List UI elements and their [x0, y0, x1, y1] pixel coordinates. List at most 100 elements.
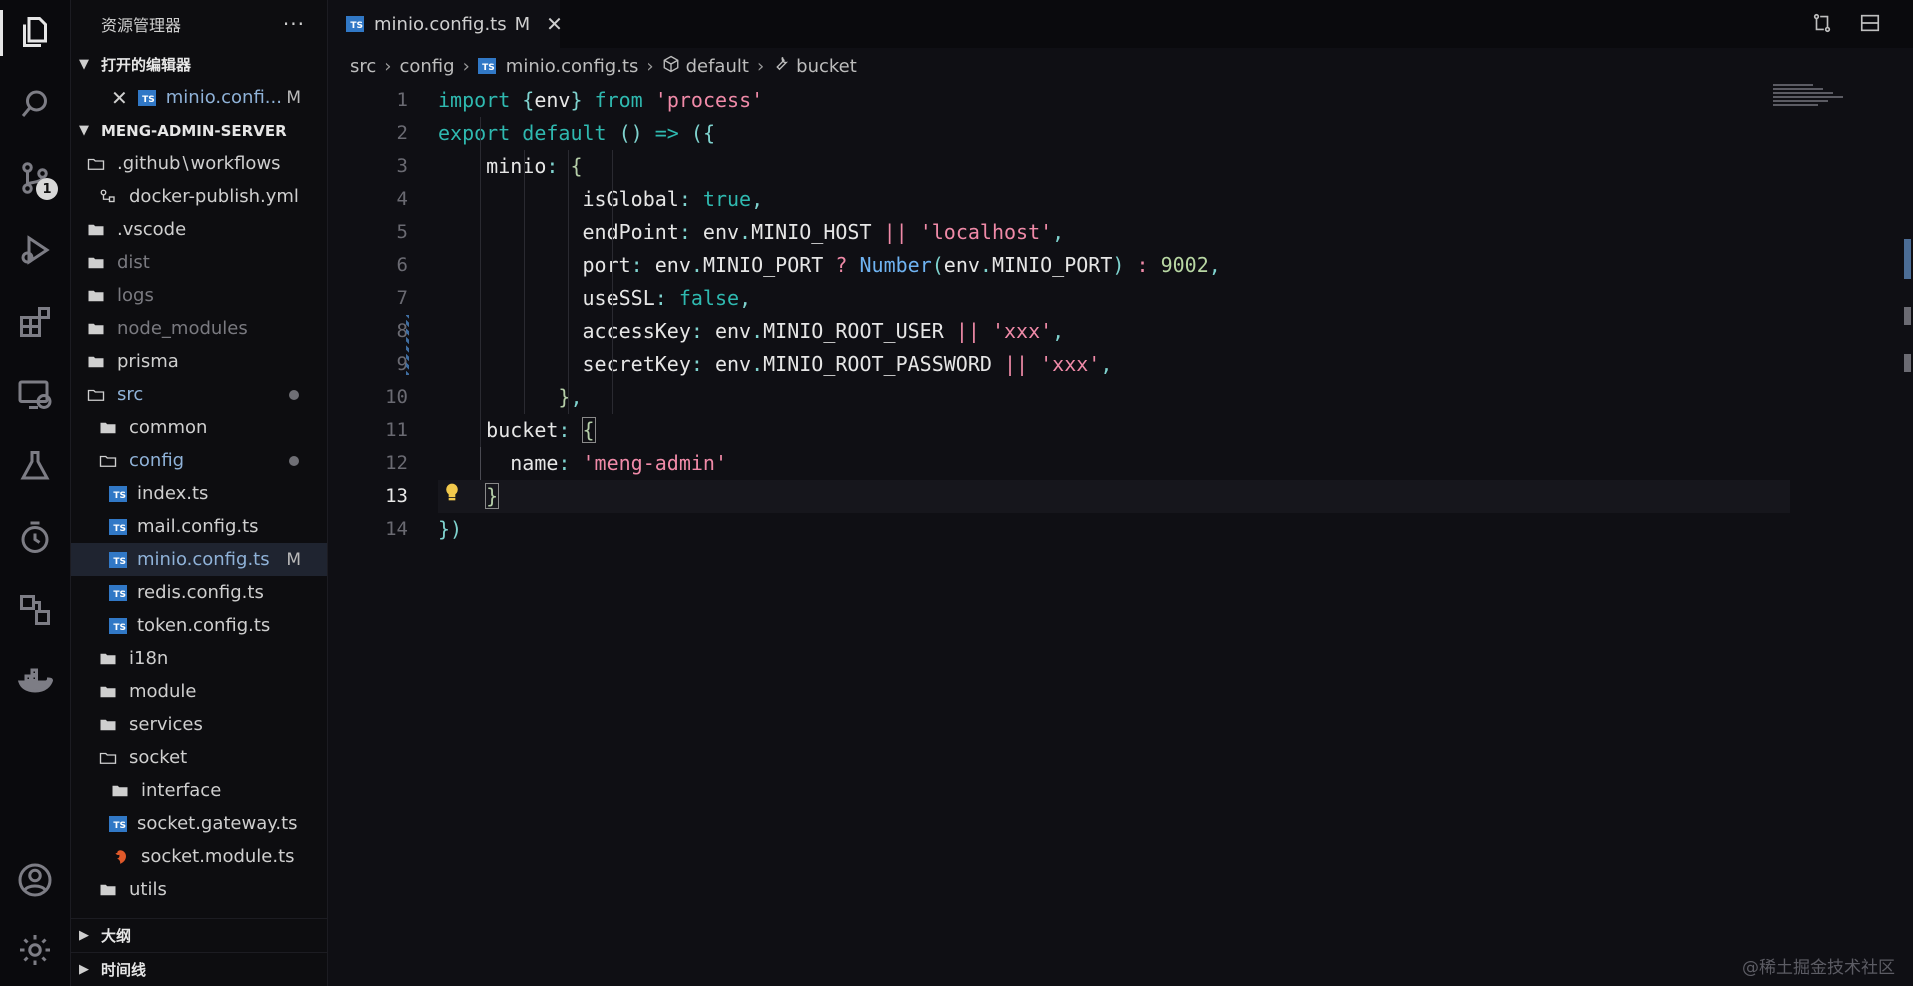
chevron-right-icon: ›: [646, 55, 654, 77]
tree-item-label: mail.config.ts: [137, 516, 259, 537]
tree-item[interactable]: .github \ workflows: [71, 147, 327, 180]
tab-close-icon[interactable]: ✕: [546, 12, 563, 36]
tree-item-label: src: [117, 384, 144, 405]
breadcrumb-default[interactable]: default: [686, 56, 749, 77]
ts-file-icon: TS: [109, 518, 127, 535]
tree-item[interactable]: logs: [71, 279, 327, 312]
ts-file-icon: TS: [109, 551, 127, 568]
tree-item-label: i18n: [129, 648, 169, 669]
modified-flag: M: [286, 549, 301, 570]
tree-item[interactable]: TS token.config.ts: [71, 609, 327, 642]
line-number: 8: [396, 320, 408, 342]
breadcrumb-config[interactable]: config: [399, 56, 454, 77]
tree-item[interactable]: module: [71, 675, 327, 708]
remote-explorer-icon[interactable]: [15, 374, 55, 414]
code-editor[interactable]: 1 2 3 4 5 6 7 8 9 10 11 12 13 14 import {env} from 'p…: [328, 84, 1913, 986]
outline-label: 大纲: [101, 927, 132, 945]
search-icon[interactable]: [15, 84, 55, 124]
tree-item[interactable]: common: [71, 411, 327, 444]
tree-item-label: utils: [129, 879, 167, 900]
indent-guide: [524, 150, 525, 414]
tree-item-label: .github: [117, 153, 181, 174]
code-line: }): [438, 517, 463, 541]
breadcrumb-src[interactable]: src: [350, 56, 376, 77]
tree-item-label: redis.config.ts: [137, 582, 264, 603]
tree-item-label: index.ts: [137, 483, 209, 504]
tree-item[interactable]: utils: [71, 873, 327, 906]
compare-changes-icon[interactable]: [1811, 12, 1833, 34]
timeline-section[interactable]: ▶ 时间线: [71, 952, 327, 986]
explorer-header: 资源管理器 ···: [71, 0, 327, 48]
tree-item[interactable]: TS mail.config.ts: [71, 510, 327, 543]
editor-actions: [1811, 12, 1881, 34]
tab-minio-config[interactable]: TS minio.config.ts M ✕: [328, 0, 563, 48]
split-editor-icon[interactable]: [1859, 12, 1881, 34]
breadcrumb-file[interactable]: minio.config.ts: [506, 56, 639, 77]
tree-item[interactable]: TS index.ts: [71, 477, 327, 510]
tree-item[interactable]: .vscode: [71, 213, 327, 246]
tree-item[interactable]: socket: [71, 741, 327, 774]
wrench-icon: [772, 55, 790, 78]
open-editor-item[interactable]: ✕ TS minio.confi... M: [71, 81, 327, 114]
ts-file-icon: TS: [109, 485, 127, 502]
scm-badge: 1: [36, 178, 58, 200]
tree-item[interactable]: src: [71, 378, 327, 411]
containers-icon[interactable]: [15, 590, 55, 630]
scroll-marker: [1904, 354, 1911, 372]
folder-icon: [97, 881, 119, 899]
docker-icon[interactable]: [15, 662, 55, 702]
line-number: 1: [396, 89, 408, 111]
lightbulb-icon[interactable]: [442, 480, 462, 508]
line-number: 13: [385, 485, 408, 507]
tree-item[interactable]: node_modules: [71, 312, 327, 345]
tree-item[interactable]: TS redis.config.ts: [71, 576, 327, 609]
folder-icon: [97, 716, 119, 734]
tree-item[interactable]: TS minio.config.ts M: [71, 543, 327, 576]
tree-item[interactable]: services: [71, 708, 327, 741]
line-number: 7: [396, 287, 408, 309]
open-editors-section[interactable]: ▼ 打开的编辑器: [71, 48, 327, 81]
open-editors-label: 打开的编辑器: [101, 56, 192, 74]
folder-icon: [97, 683, 119, 701]
folder-icon: [97, 419, 119, 437]
active-indicator: [0, 10, 3, 56]
tree-item[interactable]: interface: [71, 774, 327, 807]
project-section[interactable]: ▼ MENG-ADMIN-SERVER: [71, 114, 327, 147]
tree-item[interactable]: docker-publish.yml: [71, 180, 327, 213]
line-number: 4: [396, 188, 408, 210]
close-icon[interactable]: ✕: [111, 86, 128, 110]
open-editor-name: minio.confi...: [165, 87, 282, 108]
tree-item[interactable]: i18n: [71, 642, 327, 675]
account-icon[interactable]: [15, 860, 55, 900]
file-tree: .github \ workflows docker-publish.yml .vsco…: [71, 147, 327, 906]
code-line: },: [558, 385, 583, 409]
tree-item[interactable]: config: [71, 444, 327, 477]
overview-ruler[interactable]: [1901, 84, 1913, 986]
tree-item[interactable]: TS socket.gateway.ts: [71, 807, 327, 840]
modified-dot: [289, 389, 299, 400]
breadcrumb-bucket[interactable]: bucket: [796, 56, 857, 77]
minimap[interactable]: [1773, 84, 1863, 124]
code-line: endPoint: env.MINIO_HOST || 'localhost',: [582, 220, 1065, 244]
more-actions-icon[interactable]: ···: [283, 12, 305, 36]
explorer-icon[interactable]: [15, 12, 55, 52]
ts-file-icon: TS: [109, 584, 127, 601]
scroll-marker: [1904, 239, 1911, 279]
line-number: 5: [396, 221, 408, 243]
extensions-icon[interactable]: [15, 302, 55, 342]
nest-module-icon: [109, 848, 131, 866]
outline-section[interactable]: ▶ 大纲: [71, 918, 327, 952]
indent-guide: [480, 117, 481, 447]
line-number: 6: [396, 254, 408, 276]
tree-item[interactable]: prisma: [71, 345, 327, 378]
tree-item[interactable]: socket.module.ts: [71, 840, 327, 873]
line-number-gutter: 1 2 3 4 5 6 7 8 9 10 11 12 13 14: [328, 84, 408, 546]
code-area[interactable]: import {env} from 'process' export defau…: [438, 84, 1818, 546]
code-line-current: }: [438, 480, 1790, 513]
folder-icon: [97, 650, 119, 668]
run-debug-icon[interactable]: [15, 230, 55, 270]
settings-gear-icon[interactable]: [15, 930, 55, 970]
timeline-icon[interactable]: [15, 518, 55, 558]
tree-item[interactable]: dist: [71, 246, 327, 279]
testing-icon[interactable]: [15, 446, 55, 486]
